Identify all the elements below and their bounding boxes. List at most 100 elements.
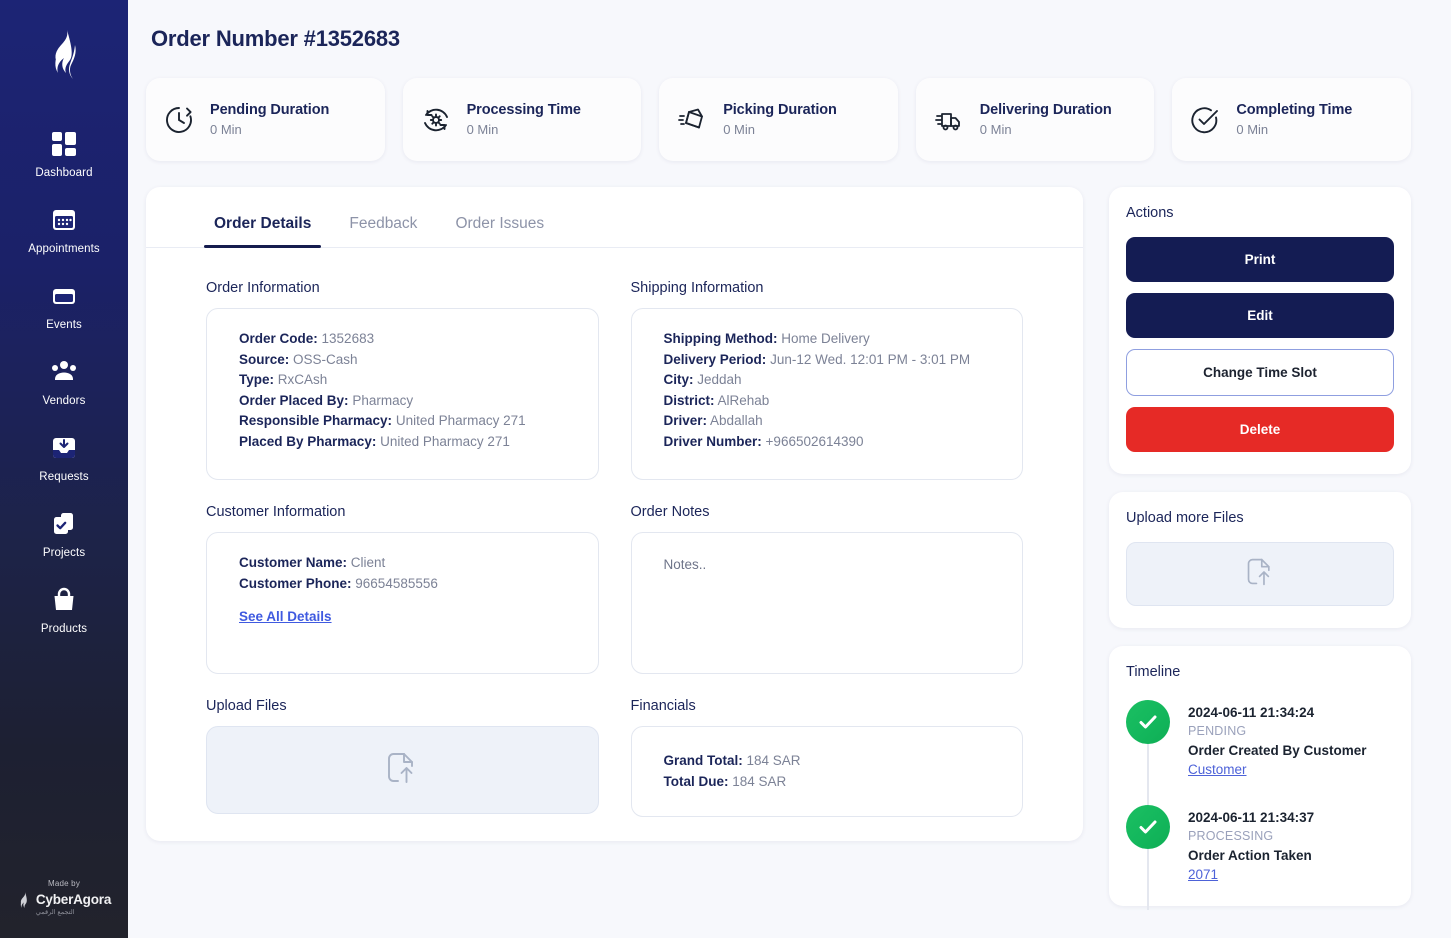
info-label: Customer Phone: (239, 575, 352, 591)
stat-card-pending-duration: Pending Duration 0 Min (146, 78, 385, 161)
check-circle-icon (1126, 700, 1170, 744)
customer-information-block: Customer Information Customer Name: Clie… (206, 504, 599, 674)
info-value: +966502614390 (765, 433, 864, 449)
sidebar-item-appointments[interactable]: Appointments (0, 192, 128, 268)
calendar-icon (49, 205, 79, 235)
stat-title: Processing Time (466, 102, 581, 118)
timeline-card: Timeline 2024-06-11 21:34:24 PENDING Ord… (1109, 646, 1411, 910)
shipping-information-block: Shipping Information Shipping Method: Ho… (630, 280, 1023, 480)
info-row: Order Placed By: Pharmacy (239, 391, 566, 412)
sidebar-item-products[interactable]: Products (0, 572, 128, 648)
info-row: District: AlRehab (664, 391, 991, 412)
section-label: Order Notes (630, 504, 710, 520)
upload-more-files-card: Upload more Files (1109, 492, 1411, 628)
stat-value: 0 Min (723, 122, 755, 137)
box-picking-icon (675, 103, 709, 137)
flame-logo-small-icon (17, 891, 31, 918)
sidebar-item-label: Events (46, 319, 82, 331)
timeline-connector (1147, 849, 1149, 910)
tab-order-issues[interactable]: Order Issues (445, 215, 554, 247)
flame-logo-icon[interactable] (43, 28, 85, 86)
financials-block: Financials Grand Total: 184 SAR Total Du… (630, 698, 1023, 817)
actions-card: Actions Print Edit Change Time Slot Dele… (1109, 187, 1411, 474)
main-content: Order Number #1352683 Pending Duration 0… (128, 0, 1451, 938)
sidebar-item-events[interactable]: Events (0, 268, 128, 344)
info-row: Shipping Method: Home Delivery (664, 329, 991, 350)
info-label: Grand Total: (663, 753, 743, 768)
info-value: 184 SAR (732, 773, 787, 789)
timeline-title: Timeline (1126, 664, 1181, 680)
info-value: 96654585556 (355, 575, 438, 591)
file-upload-icon (1245, 556, 1275, 593)
file-upload-icon (385, 750, 419, 791)
info-row: Type: RxCAsh (239, 370, 566, 391)
section-label: Upload Files (206, 698, 287, 714)
info-row: Source: OSS-Cash (239, 350, 566, 371)
clock-pending-icon (162, 103, 196, 137)
tab-order-details[interactable]: Order Details (204, 215, 322, 248)
sidebar-item-label: Requests (39, 471, 89, 483)
shopping-bag-icon (49, 585, 79, 615)
info-label: City: (663, 372, 694, 387)
page-title: Order Number #1352683 (151, 26, 400, 51)
order-notes-placeholder: Notes.. (663, 557, 707, 572)
edit-button[interactable]: Edit (1126, 293, 1394, 338)
info-row: Placed By Pharmacy: United Pharmacy 271 (239, 432, 566, 453)
footer-brand-name: CyberAgora (35, 891, 112, 907)
order-information-block: Order Information Order Code: 1352683 So… (206, 280, 599, 480)
timeline-link[interactable]: Customer (1188, 762, 1247, 777)
stat-card-processing-time: Processing Time 0 Min (402, 78, 642, 161)
info-label: Driver: (663, 413, 708, 428)
footer-brand: CyberAgora التجمع الرقمي (17, 891, 111, 918)
info-value: Pharmacy (352, 392, 414, 408)
sidebar-item-label: Projects (42, 547, 86, 559)
inbox-download-icon (49, 433, 79, 463)
section-label: Shipping Information (630, 280, 764, 296)
tab-feedback[interactable]: Feedback (339, 215, 427, 247)
sidebar-item-requests[interactable]: Requests (0, 420, 128, 496)
sidebar-item-projects[interactable]: Projects (0, 496, 128, 572)
grid-dashboard-icon (49, 129, 79, 159)
info-value: RxCAsh (277, 372, 328, 387)
sidebar-item-dashboard[interactable]: Dashboard (0, 116, 128, 192)
timeline-list: 2024-06-11 21:34:24 PENDING Order Create… (1126, 696, 1394, 910)
shipping-information-box: Shipping Method: Home Delivery Delivery … (630, 308, 1023, 480)
info-label: Shipping Method: (663, 331, 778, 346)
upload-more-files-dropzone[interactable] (1126, 542, 1394, 606)
timeline-entry: 2024-06-11 21:34:24 PENDING Order Create… (1126, 700, 1394, 805)
stat-title: Delivering Duration (979, 102, 1112, 118)
info-value: AlRehab (717, 392, 770, 408)
clipboard-check-icon (49, 509, 79, 539)
sidebar-item-vendors[interactable]: Vendors (0, 344, 128, 420)
timeline-description: Order Action Taken (1188, 848, 1312, 863)
sidebar-item-label: Products (40, 623, 88, 635)
made-by-label: Made by (47, 879, 81, 888)
see-all-details-link[interactable]: See All Details (239, 609, 332, 624)
timeline-description: Order Created By Customer (1188, 743, 1367, 758)
info-value: United Pharmacy 271 (395, 413, 526, 428)
delete-button[interactable]: Delete (1126, 407, 1394, 452)
section-label: Financials (630, 698, 696, 714)
tab-bar: Order Details Feedback Order Issues (146, 187, 1083, 248)
timeline-body: 2024-06-11 21:34:24 PENDING Order Create… (1188, 700, 1367, 779)
stat-value: 0 Min (210, 122, 242, 137)
info-label: Total Due: (663, 773, 729, 789)
info-value: 1352683 (321, 331, 375, 346)
info-row: Customer Name: Client (239, 553, 566, 574)
timeline-marker (1126, 805, 1170, 910)
timeline-link[interactable]: 2071 (1188, 867, 1218, 882)
info-label: Type: (239, 372, 275, 387)
change-time-slot-button[interactable]: Change Time Slot (1126, 349, 1394, 396)
timeline-timestamp: 2024-06-11 21:34:24 (1188, 705, 1315, 720)
print-button[interactable]: Print (1126, 237, 1394, 282)
section-label: Order Information (206, 280, 320, 296)
info-label: Placed By Pharmacy: (239, 433, 377, 449)
order-notes-box[interactable]: Notes.. (630, 532, 1023, 674)
info-label: Driver Number: (663, 433, 762, 449)
upload-files-dropzone[interactable] (206, 726, 599, 814)
footer-brand-arabic: التجمع الرقمي (35, 909, 75, 917)
upload-more-files-title: Upload more Files (1126, 510, 1244, 526)
timeline-connector (1147, 744, 1149, 805)
timeline-entry: 2024-06-11 21:34:37 PROCESSING Order Act… (1126, 805, 1394, 910)
check-circle-icon (1126, 805, 1170, 849)
